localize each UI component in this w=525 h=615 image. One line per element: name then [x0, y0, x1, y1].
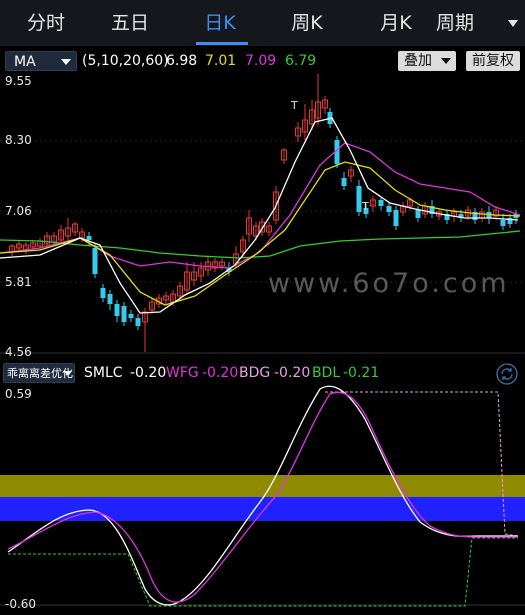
candle-body [121, 306, 127, 322]
price-axis-tick: 9.55 [5, 74, 32, 88]
price-axis-tick: 8.30 [5, 133, 32, 147]
candle-body [500, 220, 506, 226]
price-axis-tick: 7.06 [5, 204, 32, 218]
wfg-value: -0.20 [202, 365, 239, 381]
candle-body [386, 206, 392, 212]
low-marker: T [361, 200, 369, 213]
candle-body [107, 294, 113, 304]
candle-body [128, 314, 134, 318]
price-axis-tick: 5.81 [5, 275, 32, 289]
indicator-chart[interactable] [0, 384, 525, 615]
candle-body [415, 210, 421, 218]
price-axis-tick: 4.56 [5, 345, 32, 359]
candle-body [356, 186, 362, 212]
lower-band [0, 497, 525, 521]
bdl-line [8, 537, 518, 607]
candle-body [92, 248, 98, 274]
indicator-axis-top: 0.59 [5, 387, 32, 401]
high-marker: T [290, 99, 298, 112]
watermark: www.6o7o.com [268, 268, 510, 299]
candle-body [100, 288, 106, 298]
indicator-selector[interactable]: 乖离离差优化 [3, 363, 75, 383]
indicator-axis-bottom: -0.60 [5, 597, 37, 611]
ma60-line [0, 230, 521, 259]
chevron-down-icon [64, 371, 72, 376]
candle-body [135, 318, 141, 326]
smlc-value: -0.20 [130, 365, 167, 381]
bdg-value: -0.20 [274, 365, 311, 381]
candle-body [341, 178, 347, 186]
wfg-label: WFG [166, 365, 199, 381]
price-grid [0, 140, 525, 354]
ma20-line [0, 142, 521, 269]
candle-body [378, 200, 384, 206]
candle-body [114, 304, 120, 316]
candlestick-chart[interactable]: T T [0, 0, 525, 362]
smlc-label: SMLC [84, 365, 123, 381]
bdg-label: BDG [239, 365, 271, 381]
candle-body [393, 210, 399, 226]
candles [9, 74, 519, 352]
indicator-legend-bar: 乖离离差优化 SMLC -0.20 WFG -0.20 BDG -0.20 BD… [0, 362, 525, 386]
upper-band [0, 475, 525, 497]
bdl-value: -0.21 [343, 365, 380, 381]
refresh-icon[interactable] [495, 362, 519, 386]
bdl-label: BDL [312, 365, 341, 381]
candle-body [86, 236, 92, 240]
